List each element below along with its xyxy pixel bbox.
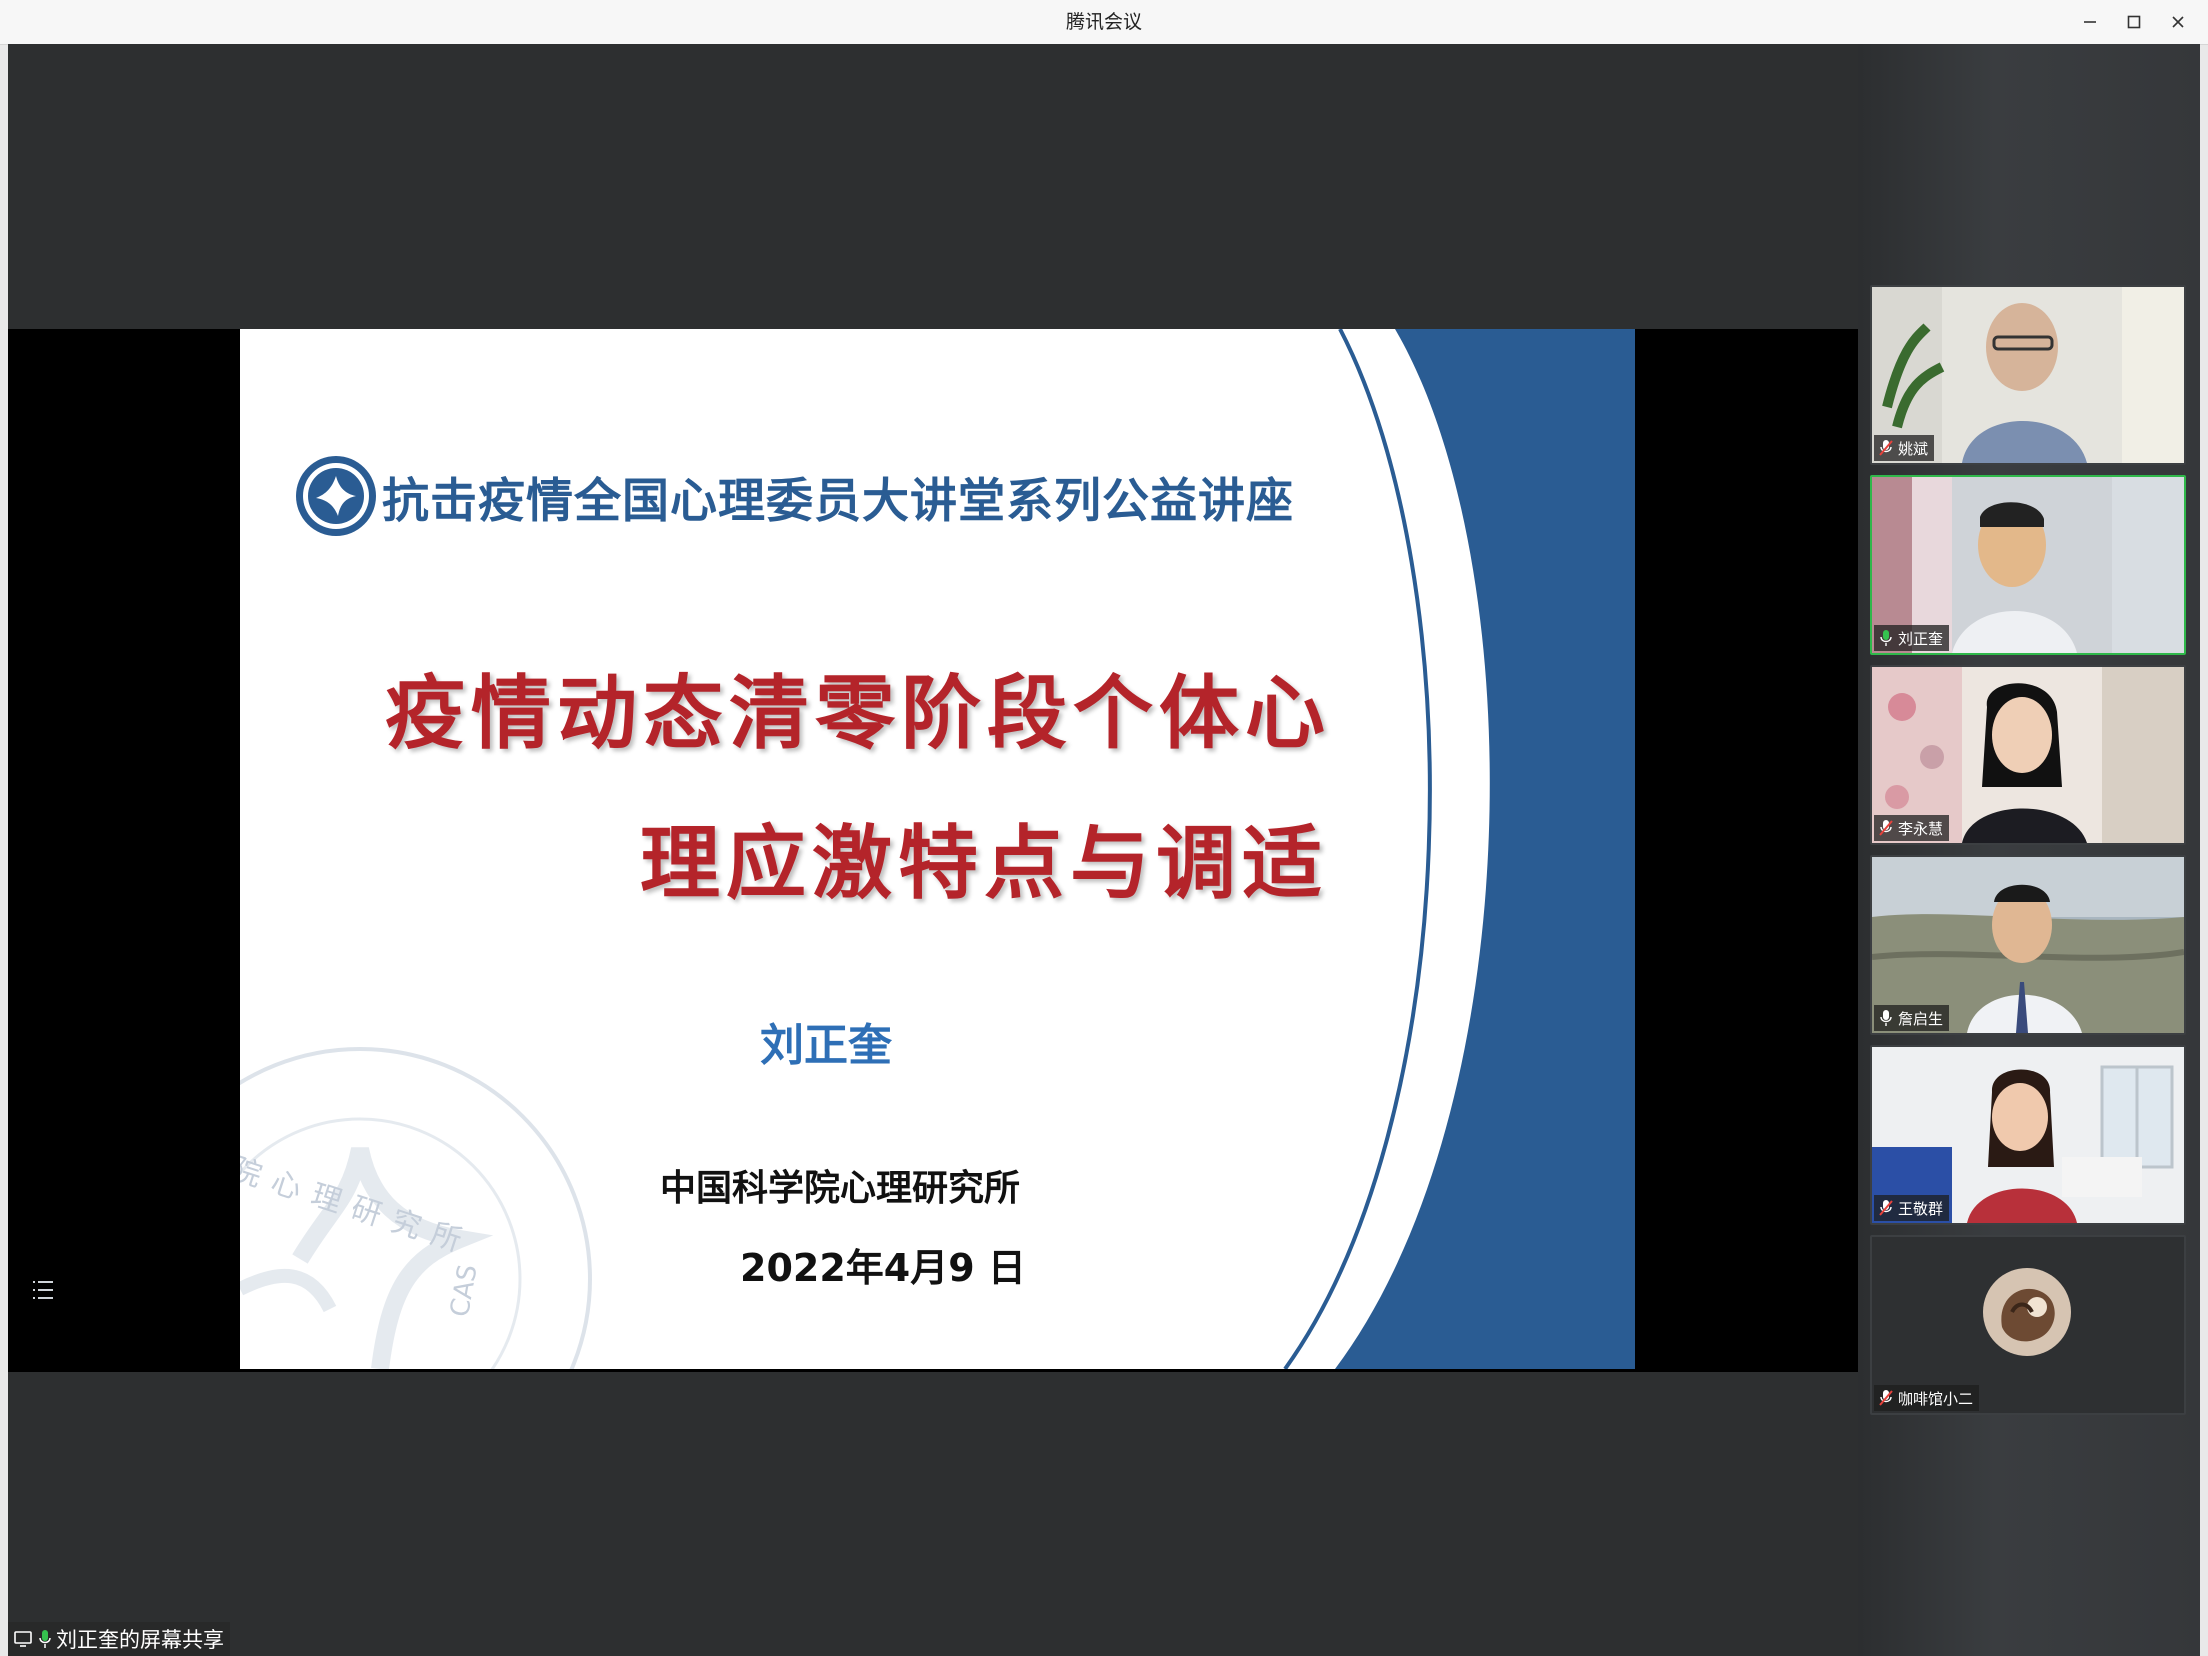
participant-name: 咖啡馆小二 <box>1898 1389 1974 1408</box>
toolbar-toggle-button[interactable] <box>30 1276 56 1304</box>
participant-tile[interactable]: 姚斌 <box>1870 285 2186 465</box>
participant-tile[interactable]: 李永慧 <box>1870 665 2186 845</box>
window-title: 腾讯会议 <box>1065 11 1142 33</box>
maximize-button[interactable] <box>2114 4 2154 40</box>
microphone-muted-icon <box>1879 1390 1893 1406</box>
screen-share-icon <box>14 1631 32 1647</box>
participant-panel: 姚斌 刘正奎 李永慧 詹启生 王敬群 咖啡馆小二 <box>1858 44 2200 1656</box>
participant-name: 刘正奎 <box>1898 629 1944 648</box>
participant-tile[interactable]: 王敬群 <box>1870 1045 2186 1225</box>
institute-logo-icon <box>296 456 376 536</box>
microphone-on-icon <box>1880 630 1892 646</box>
participant-tile[interactable]: 咖啡馆小二 <box>1870 1235 2186 1415</box>
slide-title-line2: 理应激特点与调适 <box>640 817 1328 910</box>
participant-avatar-icon <box>1983 1268 2071 1356</box>
slide-header: 抗击疫情全国心理委员大讲堂系列公益讲座 <box>294 454 1294 538</box>
screen-share-badge: 刘正奎的屏幕共享 <box>8 1622 230 1656</box>
close-button[interactable] <box>2158 4 2198 40</box>
participant-name: 姚斌 <box>1898 439 1929 458</box>
participant-tile[interactable]: 詹启生 <box>1870 855 2186 1035</box>
shared-screen-stage: 院心理研究所 CAS 抗击疫情全国心理委员大讲堂系列公益讲座 疫情动态清零阶段个… <box>8 44 1858 1656</box>
slide-series-title: 抗击疫情全国心理委员大讲堂系列公益讲座 <box>382 473 1294 529</box>
minimize-icon <box>2084 21 2096 23</box>
participant-name-tag: 咖啡馆小二 <box>1874 1385 1980 1411</box>
maximize-icon <box>2127 15 2141 29</box>
slide-organization: 中国科学院心理研究所 <box>660 1168 1021 1209</box>
microphone-on-icon <box>1880 1010 1892 1026</box>
participant-name-tag: 姚斌 <box>1874 435 1935 461</box>
slide-author: 刘正奎 <box>760 1020 892 1071</box>
slide-date: 2022年4月9 日 <box>740 1246 1026 1290</box>
list-icon <box>33 1281 53 1299</box>
slide-title-line1: 疫情动态清零阶段个体心 <box>385 667 1331 760</box>
minimize-button[interactable] <box>2070 4 2110 40</box>
participant-name: 李永慧 <box>1898 819 1944 838</box>
participant-name-tag: 王敬群 <box>1874 1195 1950 1221</box>
close-icon <box>2172 16 2184 28</box>
screen-share-label: 刘正奎的屏幕共享 <box>56 1628 224 1652</box>
microphone-on-icon <box>39 1630 51 1648</box>
avatar <box>1982 1267 2072 1357</box>
participant-name: 王敬群 <box>1898 1199 1944 1218</box>
participant-name-tag: 李永慧 <box>1874 815 1950 841</box>
microphone-muted-icon <box>1879 440 1893 456</box>
presentation-slide: 院心理研究所 CAS 抗击疫情全国心理委员大讲堂系列公益讲座 疫情动态清零阶段个… <box>240 329 1635 1369</box>
participant-name-tag: 詹启生 <box>1874 1005 1950 1031</box>
window-titlebar: 腾讯会议 <box>0 0 2208 45</box>
participant-name: 詹启生 <box>1898 1009 1944 1028</box>
participant-tile[interactable]: 刘正奎 <box>1870 475 2186 655</box>
participant-name-tag: 刘正奎 <box>1874 625 1950 651</box>
microphone-muted-icon <box>1879 820 1893 836</box>
microphone-muted-icon <box>1879 1200 1893 1216</box>
